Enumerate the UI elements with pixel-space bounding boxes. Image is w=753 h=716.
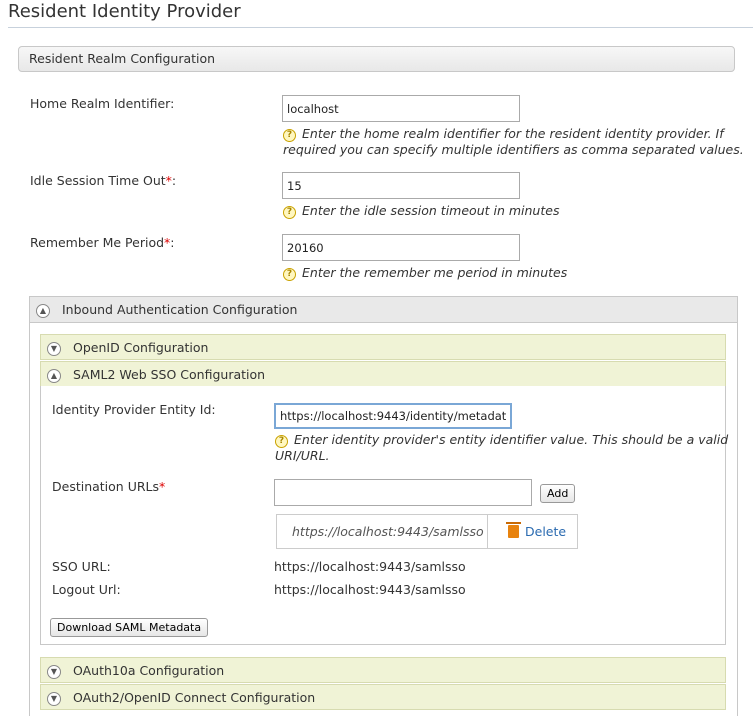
help-circle-icon: ? [275,435,288,448]
destination-url-value: https://localhost:9443/samlsso [277,515,488,548]
chevron-up-circle-icon[interactable]: ▲ [47,368,61,383]
help-circle-icon: ? [283,268,296,281]
entity-id-label: Identity Provider Entity Id: [52,402,216,417]
help-circle-icon: ? [283,129,296,142]
oauth2-config-header[interactable]: ▼ OAuth2/OpenID Connect Configuration [40,684,726,710]
remember-me-label: Remember Me Period*: [30,235,175,250]
download-saml-metadata-button[interactable]: Download SAML Metadata [50,618,209,637]
home-realm-help: ? Enter the home realm identifier for the… [283,126,744,157]
destination-urls-table: https://localhost:9443/samlsso Delete [276,514,578,549]
inbound-auth-header[interactable]: ▲ Inbound Authentication Configuration [29,296,738,323]
logout-url-value: https://localhost:9443/samlsso [274,582,466,597]
chevron-down-circle-icon[interactable]: ▼ [47,664,61,679]
openid-config-header[interactable]: ▼ OpenID Configuration [40,334,726,360]
title-divider [8,27,753,28]
add-destination-button[interactable]: Add [540,484,576,503]
saml-config-header[interactable]: ▲ SAML2 Web SSO Configuration [40,361,726,387]
oauth10a-config-header[interactable]: ▼ OAuth10a Configuration [40,657,726,683]
destination-urls-label: Destination URLs* [52,479,166,494]
idle-timeout-help: ? Enter the idle session timeout in minut… [283,203,559,219]
required-mark: * [159,479,166,494]
chevron-down-circle-icon[interactable]: ▼ [47,341,61,356]
page-title: Resident Identity Provider [8,1,241,22]
trash-icon[interactable] [506,522,521,538]
logout-url-label: Logout Url: [52,582,121,597]
sso-url-value: https://localhost:9443/samlsso [274,559,466,574]
resident-realm-section-header[interactable]: Resident Realm Configuration [18,46,735,72]
destination-url-input[interactable] [274,479,532,506]
chevron-up-circle-icon[interactable]: ▲ [36,303,50,318]
remember-me-help: ? Enter the remember me period in minutes [283,265,567,281]
idle-timeout-label: Idle Session Time Out*: [30,173,177,188]
remember-me-input[interactable] [282,234,520,261]
home-realm-label: Home Realm Identifier: [30,96,175,111]
sso-url-label: SSO URL: [52,559,111,574]
entity-id-help: ? Enter identity provider's entity identi… [275,432,729,463]
chevron-down-circle-icon[interactable]: ▼ [47,691,61,706]
home-realm-input[interactable] [282,95,520,122]
help-circle-icon: ? [283,206,296,219]
entity-id-input[interactable] [274,403,512,429]
delete-destination-link[interactable]: Delete [488,515,577,548]
idle-timeout-input[interactable] [282,172,520,199]
